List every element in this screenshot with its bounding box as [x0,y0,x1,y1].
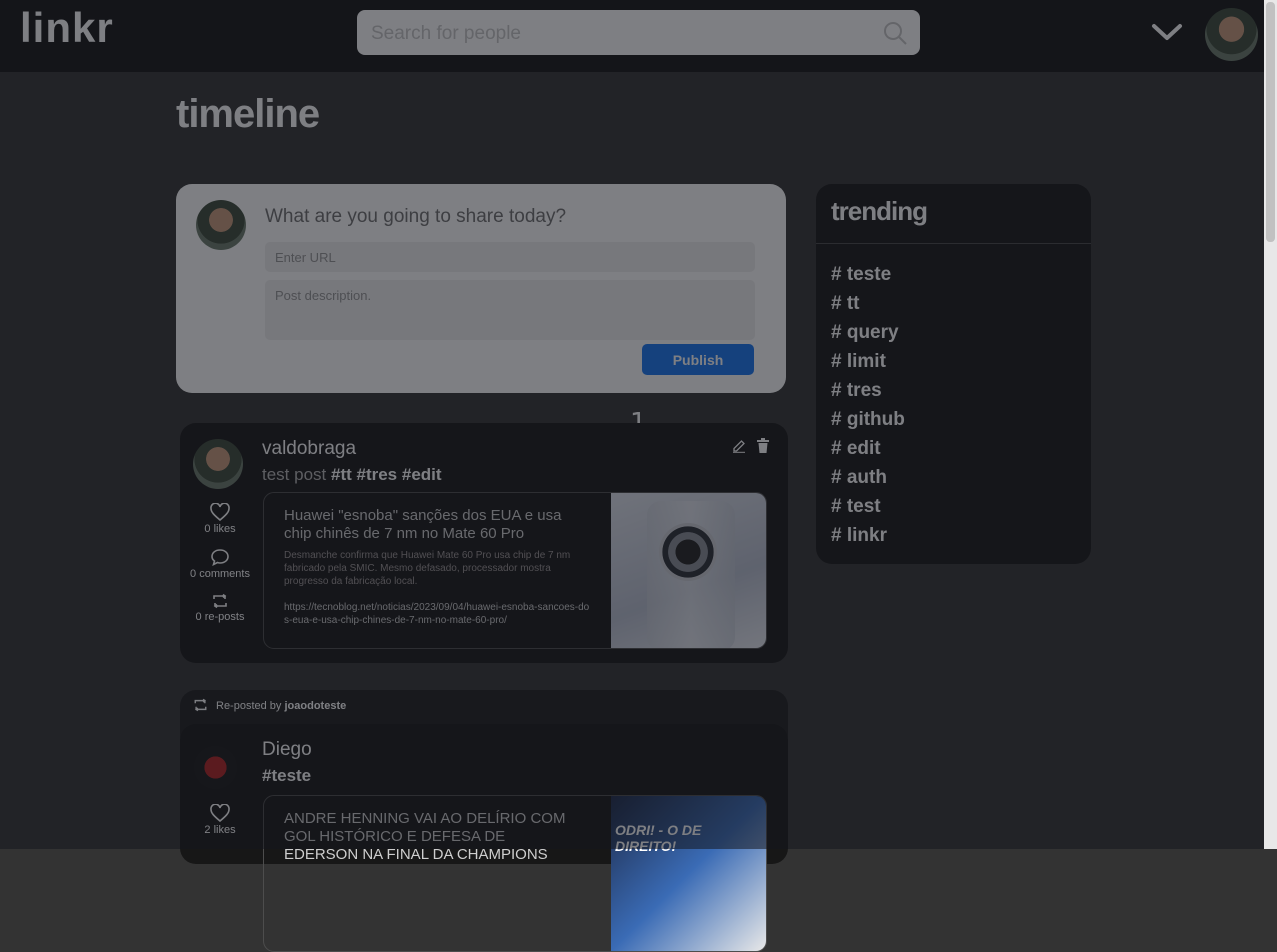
publish-button[interactable]: Publish [642,344,754,375]
trending-hashtag[interactable]: # tres [831,376,905,405]
publish-box: What are you going to share today? Publi… [176,184,786,393]
url-input[interactable] [265,242,755,272]
user-avatar[interactable] [1205,8,1258,61]
heart-icon[interactable] [210,804,230,822]
description-input[interactable] [265,280,755,340]
link-image [611,493,766,648]
link-preview[interactable]: ANDRE HENNING VAI AO DELÍRIO COM GOL HIS… [263,795,767,952]
repost-action[interactable]: 0 re-posts [180,593,260,623]
link-image-text: ODRI! - O DE DIREITO! [615,822,702,854]
trending-title: trending [831,196,928,226]
post-card: Diego #teste 2 likes ANDRE HENNING VAI A… [180,724,788,952]
chevron-down-icon[interactable] [1150,18,1184,46]
trending-hashtag[interactable]: # edit [831,434,905,463]
page-title: timeline [176,92,320,136]
reposts-count: 0 re-posts [195,611,245,623]
like-action[interactable]: 2 likes [180,804,260,836]
heart-icon[interactable] [210,503,230,521]
trending-list: # teste # tt # query # limit # tres # gi… [831,260,905,550]
top-bar: linkr [0,0,1264,72]
repost-prefix: Re-posted by [216,700,282,712]
trending-hashtag[interactable]: # teste [831,260,905,289]
link-image: ODRI! - O DE DIREITO! [611,796,766,951]
repost-icon[interactable] [211,593,229,609]
scrollbar-thumb[interactable] [1266,2,1275,242]
likes-count: 0 likes [204,523,236,535]
trending-hashtag[interactable]: # auth [831,463,905,492]
link-title: Huawei "esnoba" sanções dos EUA e usa ch… [284,507,562,542]
likes-count: 2 likes [204,824,236,836]
search-icon[interactable] [882,20,908,46]
avatar[interactable] [193,740,243,790]
trending-hashtag[interactable]: # limit [831,347,905,376]
trash-icon[interactable] [757,438,769,453]
link-title: ANDRE HENNING VAI AO DELÍRIO COM GOL HIS… [284,810,566,863]
like-action[interactable]: 0 likes [180,503,260,535]
post-username[interactable]: valdobraga [262,438,356,460]
trending-hashtag[interactable]: # github [831,405,905,434]
trending-hashtag[interactable]: # tt [831,289,905,318]
post-body: test post [262,465,327,484]
repost-user[interactable]: joaodoteste [285,700,347,712]
divider [816,243,1091,244]
trending-panel: trending # teste # tt # query # limit # … [816,184,1091,564]
post-text: test post #tt #tres #edit [262,465,442,485]
avatar[interactable] [193,439,243,489]
avatar [196,200,246,250]
search-input[interactable] [369,10,873,57]
post-username[interactable]: Diego [262,739,312,761]
post-card: valdobraga test post #tt #tres #edit 0 l… [180,423,788,663]
post-hashtags[interactable]: #teste [262,766,311,785]
search-bar [357,10,920,57]
repost-icon [194,698,207,712]
trending-hashtag[interactable]: # test [831,492,905,521]
trending-hashtag[interactable]: # query [831,318,905,347]
publish-question: What are you going to share today? [265,206,567,227]
comment-action[interactable]: 0 comments [180,548,260,580]
edit-icon[interactable] [732,439,746,453]
post-text: #teste [262,766,311,786]
post-hashtags[interactable]: #tt #tres #edit [331,465,442,484]
trending-hashtag[interactable]: # linkr [831,521,905,550]
link-url[interactable]: https://tecnoblog.net/noticias/2023/09/0… [284,601,594,627]
repost-label: Re-posted by joaodoteste [216,700,346,712]
scrollbar[interactable] [1264,0,1277,849]
comment-icon[interactable] [210,548,230,566]
link-preview[interactable]: Huawei "esnoba" sanções dos EUA e usa ch… [263,492,767,649]
link-description: Desmanche confirma que Huawei Mate 60 Pr… [284,550,571,587]
comments-count: 0 comments [190,568,250,580]
app-logo[interactable]: linkr [20,4,114,52]
